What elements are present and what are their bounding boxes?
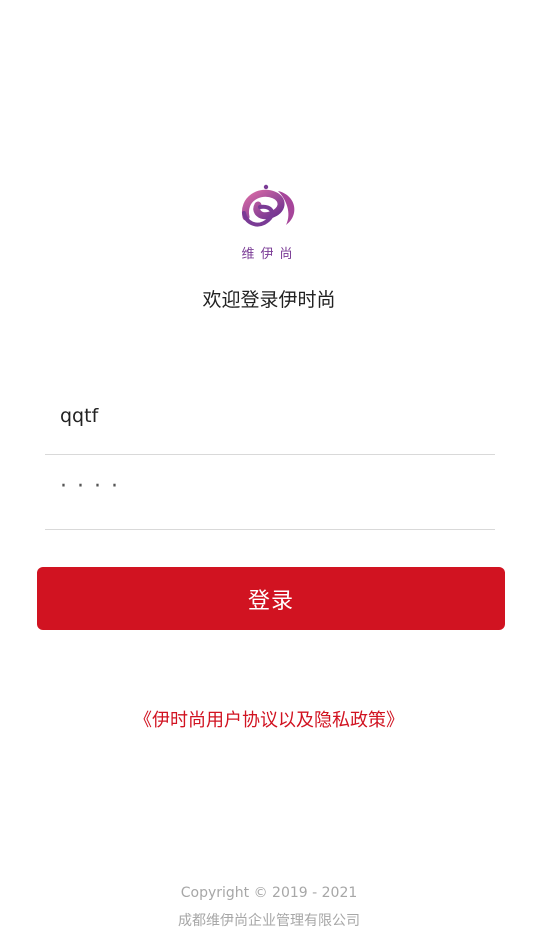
footer-company: 成都维伊尚企业管理有限公司 — [178, 913, 360, 929]
footer-copyright: Copyright © 2019 - 2021 — [180, 885, 358, 901]
user-agreement-link[interactable]: 《伊时尚用户协议以及隐私政策》 — [0, 706, 538, 732]
username-field[interactable]: qqtf — [45, 381, 495, 455]
login-button[interactable]: 登录 — [37, 567, 505, 630]
password-field[interactable]: ···· — [45, 456, 495, 530]
welcome-title: 欢迎登录伊时尚 — [202, 289, 336, 311]
brand-logo-text: 维伊尚 — [241, 247, 299, 262]
username-value: qqtf — [60, 405, 99, 427]
password-value: ···· — [60, 474, 128, 499]
